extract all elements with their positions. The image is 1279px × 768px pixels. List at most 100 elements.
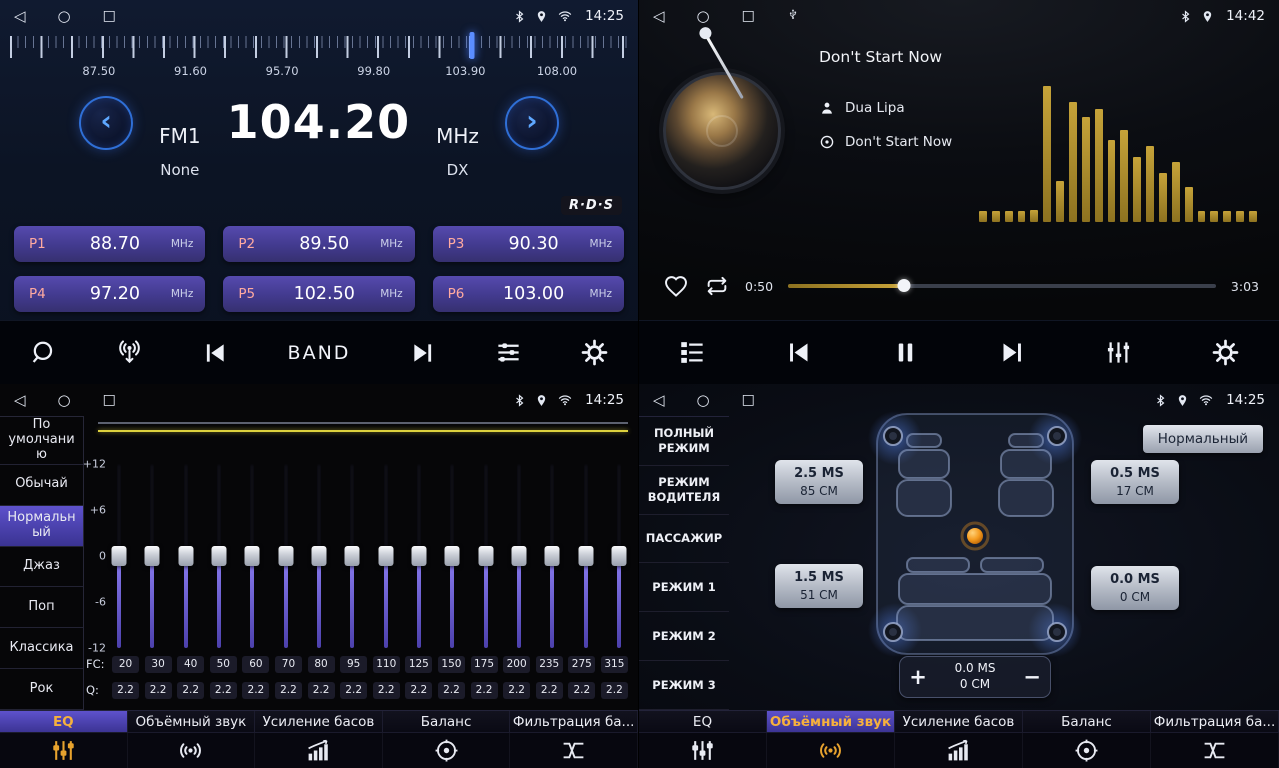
eq-band-slider[interactable] [377, 464, 395, 648]
eq-sliders-icon[interactable] [0, 733, 128, 768]
filter-icon[interactable] [510, 733, 638, 768]
eq-band-slider[interactable] [577, 464, 595, 648]
preset-button-p1[interactable]: P188.70MHz [14, 226, 205, 262]
eq-slider-handle[interactable] [578, 546, 593, 566]
balance-icon[interactable] [383, 733, 511, 768]
sound-profile-button[interactable]: Нормальный [1143, 425, 1263, 453]
eq-preset-item[interactable]: Рок [0, 669, 83, 710]
eq-band-slider[interactable] [443, 464, 461, 648]
eq-slider-handle[interactable] [445, 546, 460, 566]
preset-button-p6[interactable]: P6103.00MHz [433, 276, 624, 312]
band-button[interactable]: BAND [288, 342, 351, 364]
eq-band-slider[interactable] [277, 464, 295, 648]
settings-gear-icon[interactable] [581, 339, 608, 366]
tab-eq-sliders[interactable]: EQ [0, 711, 128, 732]
eq-band-slider[interactable] [177, 464, 195, 648]
eq-preset-item[interactable]: Джаз [0, 547, 83, 588]
previous-station-icon[interactable] [202, 340, 228, 366]
eq-slider-handle[interactable] [411, 546, 426, 566]
tab-surround-sound[interactable]: Объёмный звук [767, 711, 895, 732]
home-icon[interactable]: ○ [697, 9, 710, 24]
front-right-delay-button[interactable]: 0.5 MS 17 CM [1091, 460, 1179, 504]
eq-band-slider[interactable] [143, 464, 161, 648]
recents-icon[interactable]: □ [103, 9, 116, 23]
pause-button[interactable] [892, 339, 919, 366]
eq-slider-handle[interactable] [311, 546, 326, 566]
tab-balance[interactable]: Баланс [383, 711, 511, 732]
back-icon[interactable]: ◁ [14, 393, 26, 408]
eq-slider-handle[interactable] [211, 546, 226, 566]
tab-filter[interactable]: Фильтрация ба... [510, 711, 638, 732]
eq-slider-handle[interactable] [511, 546, 526, 566]
eq-slider-handle[interactable] [378, 546, 393, 566]
home-icon[interactable]: ○ [58, 9, 71, 24]
eq-slider-handle[interactable] [611, 546, 626, 566]
rear-right-delay-button[interactable]: 0.0 MS 0 CM [1091, 566, 1179, 610]
tab-bass-boost[interactable]: Усиление басов [255, 711, 383, 732]
eq-band-slider[interactable] [310, 464, 328, 648]
playlist-icon[interactable] [679, 339, 706, 366]
eq-preset-item[interactable]: Нормальный [0, 506, 83, 547]
filter-icon[interactable] [1151, 733, 1279, 768]
broadcast-icon[interactable] [116, 339, 143, 366]
eq-slider-handle[interactable] [478, 546, 493, 566]
preset-button-p4[interactable]: P497.20MHz [14, 276, 205, 312]
eq-band-slider[interactable] [210, 464, 228, 648]
surround-sound-icon[interactable] [128, 733, 256, 768]
surround-sound-icon[interactable] [767, 733, 895, 768]
back-icon[interactable]: ◁ [653, 393, 665, 408]
eq-slider-handle[interactable] [145, 546, 160, 566]
back-icon[interactable]: ◁ [653, 9, 665, 24]
eq-sliders-icon[interactable] [639, 733, 767, 768]
preset-button-p2[interactable]: P289.50MHz [223, 226, 414, 262]
eq-slider-handle[interactable] [112, 546, 127, 566]
eq-slider-handle[interactable] [278, 546, 293, 566]
tune-up-button[interactable]: › [505, 96, 559, 150]
eq-preset-item[interactable]: Классика [0, 628, 83, 669]
preset-button-p3[interactable]: P390.30MHz [433, 226, 624, 262]
tab-bass-boost[interactable]: Усиление басов [895, 711, 1023, 732]
next-track-icon[interactable] [999, 339, 1026, 366]
eq-band-slider[interactable] [343, 464, 361, 648]
eq-preset-item[interactable]: По умолчанию [0, 417, 83, 465]
home-icon[interactable]: ○ [697, 393, 710, 408]
rear-left-delay-button[interactable]: 1.5 MS 51 CM [775, 564, 863, 608]
tab-surround-sound[interactable]: Объёмный звук [128, 711, 256, 732]
home-icon[interactable]: ○ [58, 393, 71, 408]
surround-mode-item[interactable]: РЕЖИМ 2 [639, 612, 729, 661]
previous-track-icon[interactable] [785, 339, 812, 366]
eq-band-slider[interactable] [243, 464, 261, 648]
delay-plus-button[interactable]: + [900, 667, 936, 688]
recents-icon[interactable]: □ [742, 393, 755, 407]
eq-preset-item[interactable]: Поп [0, 587, 83, 628]
surround-mode-item[interactable]: ПОЛНЫЙ РЕЖИМ [639, 417, 729, 466]
delay-minus-button[interactable]: − [1014, 667, 1050, 688]
surround-mode-item[interactable]: РЕЖИМ ВОДИТЕЛЯ [639, 466, 729, 515]
progress-bar[interactable] [788, 279, 1216, 293]
tune-down-button[interactable]: ‹ [79, 96, 133, 150]
progress-knob[interactable] [897, 279, 910, 292]
bass-boost-icon[interactable] [255, 733, 383, 768]
mixer-icon[interactable] [1105, 339, 1132, 366]
eq-preset-item[interactable]: Обычай [0, 465, 83, 506]
tab-eq-sliders[interactable]: EQ [639, 711, 767, 732]
preset-button-p5[interactable]: P5102.50MHz [223, 276, 414, 312]
eq-slider-handle[interactable] [545, 546, 560, 566]
eq-band-slider[interactable] [510, 464, 528, 648]
scan-icon[interactable] [30, 339, 57, 366]
eq-slider-handle[interactable] [345, 546, 360, 566]
surround-mode-item[interactable]: РЕЖИМ 3 [639, 661, 729, 710]
eq-band-slider[interactable] [610, 464, 628, 648]
favorite-button[interactable] [663, 273, 689, 299]
bass-boost-icon[interactable] [895, 733, 1023, 768]
tab-filter[interactable]: Фильтрация ба... [1151, 711, 1279, 732]
next-station-icon[interactable] [410, 340, 436, 366]
eq-band-slider[interactable] [543, 464, 561, 648]
tab-balance[interactable]: Баланс [1023, 711, 1151, 732]
eq-slider-handle[interactable] [178, 546, 193, 566]
recents-icon[interactable]: □ [742, 9, 755, 23]
balance-icon[interactable] [1023, 733, 1151, 768]
settings-gear-icon[interactable] [1212, 339, 1239, 366]
front-left-delay-button[interactable]: 2.5 MS 85 CM [775, 460, 863, 504]
repeat-button[interactable] [704, 273, 730, 299]
